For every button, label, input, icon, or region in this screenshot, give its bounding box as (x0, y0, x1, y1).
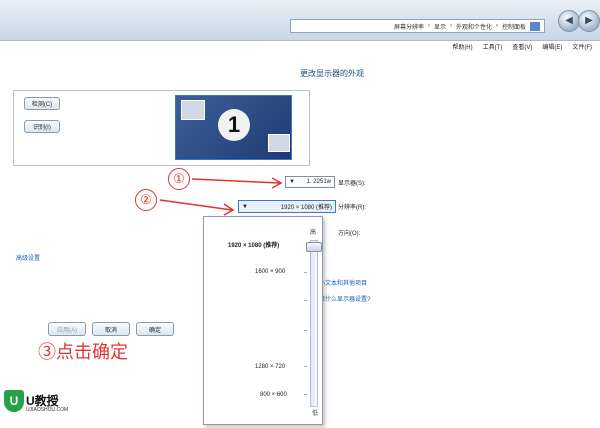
arrow-1-line (191, 178, 281, 184)
resolution-select-value: 1920 × 1080 (推荐) (280, 205, 332, 211)
back-arrow-icon: ◀ (565, 15, 573, 26)
detect-button[interactable]: 检测(C) (24, 97, 60, 110)
menu-item-help[interactable]: 帮助(H) (452, 42, 472, 53)
annotation-step-1: ① (168, 168, 190, 190)
breadcrumb-item[interactable]: 外观和个性化 (456, 22, 492, 31)
ok-button[interactable]: 确定 (136, 322, 174, 336)
chevron-down-icon: ▼ (242, 203, 248, 210)
menu-item-edit[interactable]: 编辑(E) (542, 42, 562, 53)
slider-tick (304, 272, 307, 273)
control-panel-icon (530, 21, 540, 31)
menu-item-tools[interactable]: 工具(T) (483, 42, 503, 53)
slider-low-label: 低 (312, 411, 319, 417)
orientation-label: 方向(O): (338, 231, 361, 237)
cancel-button[interactable]: 取消 (92, 322, 130, 336)
resolution-option[interactable]: 1280 × 720 (255, 364, 285, 370)
monitor-number-badge: 1 (218, 109, 250, 141)
apply-button[interactable]: 应用(A) (48, 322, 86, 336)
advanced-settings-link[interactable]: 高级设置 (16, 253, 40, 262)
resolution-option[interactable]: 1600 × 900 (255, 269, 285, 275)
resolution-select[interactable]: ▼ 1920 × 1080 (推荐) (238, 200, 336, 213)
monitor-mini-icon (181, 100, 205, 120)
slider-tick (304, 330, 307, 331)
slider-tick (304, 300, 307, 301)
menu-item-file[interactable]: 文件(F) (572, 42, 592, 53)
resolution-slider-track[interactable] (310, 240, 318, 407)
address-bar[interactable]: 屏幕分辨率 ‹ 显示 ‹ 外观和个性化 ‹ 控制面板 (290, 19, 545, 33)
resolution-option[interactable]: 1920 × 1080 (推荐) (228, 240, 279, 249)
annotation-step-2: ② (135, 189, 157, 211)
breadcrumb-item[interactable]: 控制面板 (502, 22, 526, 31)
identify-button[interactable]: 识别(I) (24, 120, 60, 133)
logo-shield-icon: U (4, 390, 24, 412)
slider-tick (304, 366, 307, 367)
arrow-2-line (159, 199, 233, 211)
annotation-step-3: ③点击确定 (38, 342, 128, 362)
resolution-option[interactable]: 800 × 600 (260, 392, 287, 398)
page-title: 更改显示器的外观 (300, 69, 364, 78)
monitor-mini-icon (268, 134, 290, 152)
display-select-value: 1. 2251w (306, 179, 331, 185)
slider-high-label: 高 (310, 230, 317, 236)
arrow-2-head (223, 203, 235, 216)
slider-tick (304, 394, 307, 395)
display-select[interactable]: ▼ 1. 2251w (285, 176, 335, 188)
menu-item-view[interactable]: 查看(V) (512, 42, 532, 53)
logo-domain: UJIAOSHOU.COM (26, 407, 69, 413)
display-label: 显示器(S): (338, 181, 366, 187)
menu-bar: 帮助(H) 工具(T) 查看(V) 编辑(E) 文件(F) (0, 42, 600, 53)
breadcrumb-item[interactable]: 屏幕分辨率 (394, 22, 424, 31)
chevron-down-icon: ▼ (289, 179, 295, 185)
arrow-1-head (271, 177, 283, 189)
back-button[interactable]: ◀ (558, 10, 580, 32)
forward-button[interactable]: ▶ (578, 10, 600, 32)
resolution-label: 分辨率(R): (338, 205, 366, 211)
resolution-slider-thumb[interactable] (306, 242, 322, 252)
forward-arrow-icon: ▶ (585, 15, 593, 26)
breadcrumb-item[interactable]: 显示 (434, 22, 446, 31)
